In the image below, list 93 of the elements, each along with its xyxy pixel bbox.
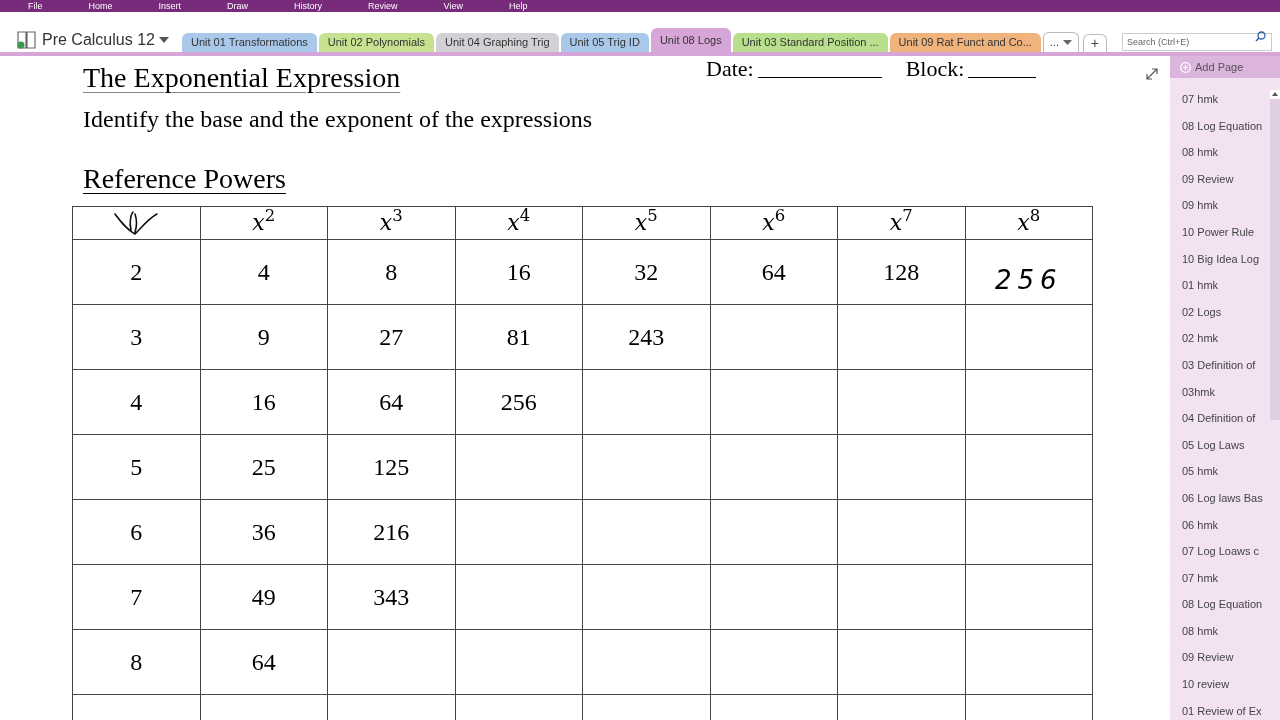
page-list-item[interactable]: 05 Log Laws <box>1182 436 1245 464</box>
page-list-item[interactable]: 09 Review <box>1182 170 1234 198</box>
page-list-item[interactable]: 09 hmk <box>1182 197 1219 224</box>
table-cell: 128 <box>883 259 920 285</box>
table-cell: 64 <box>761 259 786 285</box>
page-list-item[interactable]: 08 hmk <box>1182 622 1219 650</box>
add-page-button[interactable]: Add Page <box>1170 56 1280 78</box>
table-cell: 81 <box>506 324 531 350</box>
page-list-item[interactable]: 10 review <box>1182 676 1230 703</box>
table-cell: 343 <box>373 584 410 610</box>
menu-item[interactable]: File <box>28 1 43 11</box>
page-list-item[interactable]: 08 Log Equation <box>1182 117 1263 145</box>
page-list-item[interactable]: 10 Power Rule <box>1182 223 1255 251</box>
column-header: x$^{6}$ <box>762 209 786 235</box>
table-cell: 8 <box>385 259 398 285</box>
table-cell: 7 <box>130 584 143 610</box>
table-cell: 6 <box>130 519 143 545</box>
section-tab[interactable]: Unit 05 Trig ID <box>560 33 649 52</box>
page-list-item[interactable]: 10 Big Idea Log <box>1182 250 1260 278</box>
notebook-title[interactable]: Pre Calculus 12 <box>42 28 155 52</box>
section-tab[interactable]: Unit 01 Transformations <box>182 33 317 52</box>
page-list-item[interactable]: 09 Review <box>1182 649 1234 677</box>
expand-icon[interactable] <box>1146 68 1158 80</box>
table-cell: 243 <box>628 324 665 350</box>
table-cell: 4 <box>130 389 143 415</box>
page-heading: The Exponential Expression <box>83 61 402 95</box>
table-cell: 32 <box>634 259 659 285</box>
section-tab[interactable]: Unit 03 Standard Position ... <box>732 33 888 52</box>
column-header: x$^{8}$ <box>1017 209 1041 235</box>
section-tab[interactable]: Unit 08 Logs <box>650 28 731 52</box>
table-cell: 16 <box>506 259 531 285</box>
block-label: Block: <box>905 60 965 78</box>
page-list-item[interactable]: 07 Log Loaws c <box>1182 543 1260 570</box>
menu-item[interactable]: Home <box>88 1 113 11</box>
table-cell: 8 <box>130 649 143 675</box>
table-cell: 25 <box>251 454 276 480</box>
table-cell: 9 <box>257 324 270 350</box>
page-list-item[interactable]: 03hmk <box>1182 383 1216 411</box>
table-cell: 36 <box>251 519 276 545</box>
menu-item[interactable]: Review <box>368 1 398 11</box>
table-cell: 256 <box>500 389 537 415</box>
page-list-item[interactable]: 06 Log laws Bas <box>1182 489 1263 517</box>
table-cell: 64 <box>379 389 404 415</box>
search-field[interactable]: Search (Ctrl+E) <box>1122 33 1272 51</box>
plus-circle-icon <box>1180 61 1191 73</box>
page-list-item[interactable]: 03 Definition of <box>1182 356 1256 384</box>
date-label: Date: <box>706 60 754 78</box>
table-cell: 2 <box>130 259 143 285</box>
table-cell: 3 <box>130 324 143 350</box>
add-section-tab[interactable]: + <box>1082 34 1107 52</box>
scrollbar[interactable] <box>1270 90 1280 420</box>
page-list-item[interactable]: 02 hmk <box>1182 330 1219 357</box>
page-list-item[interactable]: 01 Review of Ex <box>1182 702 1262 720</box>
scroll-up-icon[interactable] <box>1270 90 1280 99</box>
table-cell: 125 <box>373 454 410 480</box>
page-list-item[interactable]: 05 hmk <box>1182 463 1219 490</box>
page-list-item[interactable]: 08 Log Equation <box>1182 596 1263 623</box>
table-cell: 49 <box>251 584 276 610</box>
page-list-item[interactable]: 01 hmk <box>1182 277 1219 304</box>
page-list-item[interactable]: 07 hmk <box>1182 91 1219 118</box>
table-cell: 216 <box>373 519 410 545</box>
instruction-text: Identify the base and the exponent of the expressions <box>82 105 594 134</box>
page-list-item[interactable]: 06 hmk <box>1182 516 1219 544</box>
table-cell: 4 <box>257 259 270 285</box>
search-icon[interactable] <box>1255 31 1266 42</box>
table-cell: 64 <box>251 649 276 675</box>
table-cell: 27 <box>379 324 404 350</box>
section-heading: Reference Powers <box>83 163 286 194</box>
page-list-item[interactable]: 08 hmk <box>1182 144 1219 171</box>
more-tabs-button[interactable]: ... <box>1042 32 1079 52</box>
dropdown-caret-icon[interactable] <box>158 37 169 43</box>
table-cell: 16 <box>251 389 276 415</box>
menu-item[interactable]: View <box>443 1 463 11</box>
section-tab[interactable]: Unit 02 Polynomials <box>318 33 434 52</box>
section-tab[interactable]: Unit 04 Graphing Trig <box>436 33 559 52</box>
column-header: x$^{3}$ <box>379 209 403 235</box>
menu-item[interactable]: Help <box>508 1 528 11</box>
column-header: x$^{2}$ <box>252 209 276 235</box>
page-list-item[interactable]: 02 Logs <box>1182 303 1222 331</box>
column-header: x$^{7}$ <box>889 209 913 235</box>
column-header: x$^{4}$ <box>507 209 531 235</box>
section-tab[interactable]: Unit 09 Rat Funct and Co... <box>889 33 1041 52</box>
dropdown-caret-icon <box>1063 40 1072 45</box>
notebook-icon[interactable] <box>16 30 38 50</box>
handwritten-number: 256 <box>994 264 1063 295</box>
page-list-item[interactable]: 04 Definition of <box>1182 410 1256 437</box>
page-list-item[interactable]: 07 hmk <box>1182 569 1219 597</box>
handwritten-scribble-icon <box>113 208 160 238</box>
menu-item[interactable]: History <box>294 1 323 11</box>
table-cell: 5 <box>130 454 143 480</box>
menu-item[interactable]: Insert <box>158 1 182 11</box>
menu-item[interactable]: Draw <box>227 1 249 11</box>
column-header: x$^{5}$ <box>634 209 658 235</box>
